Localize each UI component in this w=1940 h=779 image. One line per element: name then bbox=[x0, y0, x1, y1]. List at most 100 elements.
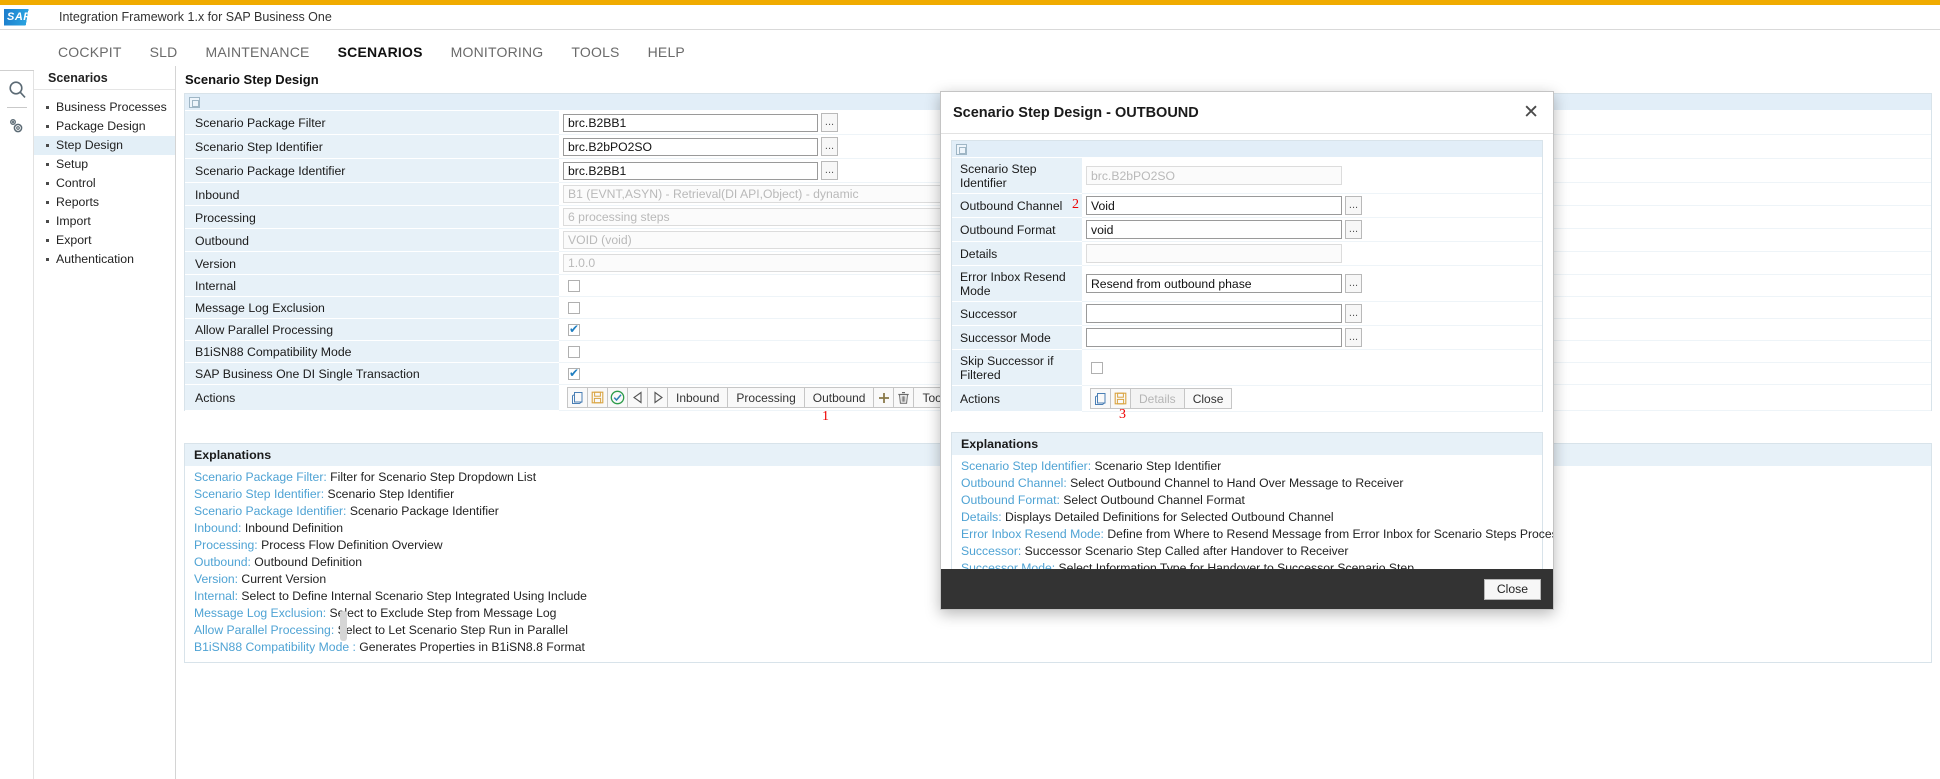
collapse-toggle-icon[interactable] bbox=[189, 96, 200, 108]
app-header: SAP Integration Framework 1.x for SAP Bu… bbox=[0, 5, 1940, 30]
dialog-field-row-error-inbox-resend-mode: Error Inbox Resend Mode Resend from outb… bbox=[952, 266, 1542, 302]
plus-icon[interactable] bbox=[873, 387, 895, 408]
label-scenario-package-identifier: Scenario Package Identifier bbox=[185, 159, 559, 183]
browse-scenario-package-filter-button[interactable]: ... bbox=[821, 113, 838, 132]
explanation-key: Scenario Step Identifier: bbox=[961, 459, 1092, 473]
sidebar-item-authentication[interactable]: Authentication bbox=[34, 250, 175, 269]
label-b1isn88-compatibility-mode: B1iSN88 Compatibility Mode bbox=[185, 341, 559, 363]
explanation-line: Details: Displays Detailed Definitions f… bbox=[961, 509, 1542, 526]
explanation-key: Successor Mode: bbox=[961, 561, 1056, 569]
dialog-copy-icon[interactable] bbox=[1090, 388, 1111, 409]
explanation-key: Successor: bbox=[961, 544, 1022, 558]
save-icon[interactable] bbox=[587, 387, 608, 408]
inbound-button[interactable]: Inbound bbox=[667, 387, 729, 408]
dialog-explanations-panel: Explanations Scenario Step Identifier: S… bbox=[951, 432, 1553, 569]
explanation-line: Error Inbox Resend Mode: Define from Whe… bbox=[961, 526, 1553, 543]
dialog-input-outbound-channel[interactable]: Void bbox=[1086, 196, 1342, 215]
label-di-single-transaction: SAP Business One DI Single Transaction bbox=[185, 363, 559, 385]
explanation-text: Scenario Step Identifier bbox=[1091, 459, 1222, 473]
dialog-header: Scenario Step Design - OUTBOUND ✕ bbox=[941, 92, 1553, 134]
label-allow-parallel-processing: Allow Parallel Processing bbox=[185, 319, 559, 341]
dialog-field-row-outbound-format: Outbound Format void ... bbox=[952, 218, 1542, 242]
dialog-label-error-inbox-resend-mode: Error Inbox Resend Mode bbox=[952, 266, 1082, 302]
close-icon[interactable]: ✕ bbox=[1523, 103, 1539, 122]
browse-scenario-package-identifier-button[interactable]: ... bbox=[821, 161, 838, 180]
dialog-field-row-successor-mode: Successor Mode ... bbox=[952, 326, 1542, 350]
sidebar-item-control[interactable]: Control bbox=[34, 174, 175, 193]
sidebar-item-step-design[interactable]: Step Design bbox=[34, 136, 175, 155]
sidebar-item-reports[interactable]: Reports bbox=[34, 193, 175, 212]
actions-toolbar: Inbound Processing Outbound Tools bbox=[567, 387, 960, 408]
checkbox-message-log-exclusion[interactable] bbox=[568, 301, 580, 314]
next-triangle-icon[interactable] bbox=[647, 387, 668, 408]
main-navigation: COCKPIT SLD MAINTENANCE SCENARIOS MONITO… bbox=[0, 31, 1940, 77]
browse-scenario-step-identifier-button[interactable]: ... bbox=[821, 137, 838, 156]
dialog-footer-close-button[interactable]: Close bbox=[1483, 578, 1541, 600]
checkbox-internal[interactable] bbox=[568, 279, 580, 292]
explanation-text: Process Flow Definition Overview bbox=[257, 538, 443, 552]
explanation-text: Successor Scenario Step Called after Han… bbox=[1021, 544, 1349, 558]
dialog-explanations-title: Explanations bbox=[952, 433, 1542, 455]
trash-icon[interactable] bbox=[893, 387, 915, 408]
dialog-details-button[interactable]: Details bbox=[1130, 388, 1185, 409]
sidebar-item-business-processes[interactable]: Business Processes bbox=[34, 98, 175, 117]
icon-rail bbox=[0, 71, 34, 779]
processing-button[interactable]: Processing bbox=[727, 387, 805, 408]
copy-icon[interactable] bbox=[567, 387, 588, 408]
explanation-text: Select to Let Scenario Step Run in Paral… bbox=[334, 623, 568, 637]
dialog-title: Scenario Step Design - OUTBOUND bbox=[953, 104, 1199, 121]
dialog-browse-successor-mode-button[interactable]: ... bbox=[1345, 328, 1362, 347]
explanation-key: Version: bbox=[194, 572, 239, 586]
sidebar-item-package-design[interactable]: Package Design bbox=[34, 117, 175, 136]
dialog-checkbox-skip-successor-if-filtered[interactable] bbox=[1091, 361, 1103, 374]
explanation-key: Internal: bbox=[194, 589, 239, 603]
previous-triangle-icon[interactable] bbox=[627, 387, 648, 408]
dialog-input-successor[interactable] bbox=[1086, 304, 1342, 323]
explanation-text: Select Information Type for Handover to … bbox=[1055, 561, 1414, 569]
dialog-input-error-inbox-resend-mode[interactable]: Resend from outbound phase bbox=[1086, 274, 1342, 293]
dialog-collapse-toggle-icon[interactable] bbox=[956, 143, 967, 155]
sap-logo: SAP bbox=[4, 8, 42, 26]
explanation-key: Message Log Exclusion: bbox=[194, 606, 327, 620]
dialog-label-outbound-format: Outbound Format bbox=[952, 218, 1082, 242]
outbound-dialog: Scenario Step Design - OUTBOUND ✕ Scenar… bbox=[940, 91, 1554, 610]
input-scenario-package-filter[interactable]: brc.B2BB1 bbox=[563, 113, 818, 132]
checkbox-allow-parallel-processing[interactable] bbox=[568, 322, 580, 336]
dialog-input-outbound-format[interactable]: void bbox=[1086, 220, 1342, 239]
dialog-footer: Close bbox=[941, 569, 1553, 609]
app-title: Integration Framework 1.x for SAP Busine… bbox=[59, 10, 332, 24]
dialog-browse-outbound-channel-button[interactable]: ... bbox=[1345, 196, 1362, 215]
outbound-button[interactable]: Outbound bbox=[803, 387, 875, 408]
dialog-field-row-successor: Successor ... bbox=[952, 302, 1542, 326]
gear-icon[interactable] bbox=[0, 108, 34, 144]
dialog-form-header bbox=[952, 141, 1542, 158]
dialog-label-details: Details bbox=[952, 242, 1082, 266]
sidebar-item-import[interactable]: Import bbox=[34, 212, 175, 231]
label-version: Version bbox=[185, 252, 559, 275]
explanation-text: Define from Where to Resend Message from… bbox=[1107, 527, 1553, 541]
checkbox-b1isn88-compatibility-mode[interactable] bbox=[568, 345, 580, 358]
dialog-browse-outbound-format-button[interactable]: ... bbox=[1345, 220, 1362, 239]
dialog-input-details bbox=[1086, 244, 1342, 263]
sidebar-item-setup[interactable]: Setup bbox=[34, 155, 175, 174]
content-scrollbar-thumb[interactable] bbox=[340, 611, 347, 641]
explanation-line: Successor: Successor Scenario Step Calle… bbox=[961, 543, 1542, 560]
dialog-explanations-body: Scenario Step Identifier: Scenario Step … bbox=[952, 455, 1553, 569]
dialog-save-icon[interactable] bbox=[1110, 388, 1131, 409]
explanation-key: Outbound: bbox=[194, 555, 251, 569]
check-circle-icon[interactable] bbox=[607, 387, 628, 408]
dialog-label-successor-mode: Successor Mode bbox=[952, 326, 1082, 350]
checkbox-di-single-transaction[interactable] bbox=[568, 366, 580, 380]
sidebar-item-export[interactable]: Export bbox=[34, 231, 175, 250]
dialog-browse-error-inbox-resend-mode-button[interactable]: ... bbox=[1345, 274, 1362, 293]
explanation-text: Select Outbound Channel to Hand Over Mes… bbox=[1066, 476, 1404, 490]
explanation-text: Scenario Step Identifier bbox=[324, 487, 455, 501]
input-scenario-step-identifier[interactable]: brc.B2bPO2SO bbox=[563, 137, 818, 156]
dialog-browse-successor-button[interactable]: ... bbox=[1345, 304, 1362, 323]
explanation-key: Outbound Format: bbox=[961, 493, 1060, 507]
search-icon[interactable] bbox=[0, 71, 34, 107]
dialog-input-successor-mode[interactable] bbox=[1086, 328, 1342, 347]
input-scenario-package-identifier[interactable]: brc.B2BB1 bbox=[563, 161, 818, 180]
explanation-key: Scenario Package Identifier: bbox=[194, 504, 347, 518]
dialog-close-button[interactable]: Close bbox=[1183, 388, 1233, 409]
